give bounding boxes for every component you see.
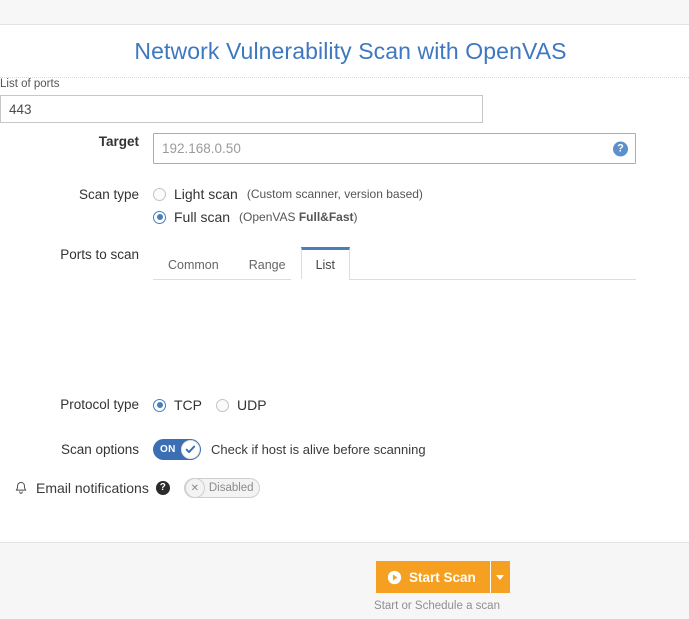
radio-tcp[interactable]: TCP	[153, 397, 202, 413]
email-notifications-row: Email notifications ? ✕ Disabled	[14, 478, 260, 498]
target-value: 192.168.0.50	[154, 141, 241, 156]
page-title: Network Vulnerability Scan with OpenVAS	[122, 38, 566, 65]
radio-full-scan-note: (OpenVAS Full&Fast)	[239, 210, 357, 224]
protocol-label: Protocol type	[0, 396, 153, 414]
scan-options-label: Scan options	[0, 441, 153, 459]
host-alive-text: Check if host is alive before scanning	[211, 442, 426, 457]
scan-type-row: Scan type Light scan (Custom scanner, ve…	[0, 186, 423, 225]
start-scan-label: Start Scan	[409, 570, 476, 585]
radio-udp-label: UDP	[237, 397, 267, 413]
ports-tabs-wrap: Common Range List	[153, 246, 636, 279]
radio-light-scan[interactable]: Light scan (Custom scanner, version base…	[153, 186, 423, 202]
tab-list[interactable]: List	[301, 247, 350, 280]
radio-udp[interactable]: UDP	[216, 397, 267, 413]
target-label: Target	[0, 133, 153, 151]
scan-options-row: Scan options ON Check if host is alive b…	[0, 439, 426, 460]
tab-range[interactable]: Range	[234, 249, 301, 280]
page-title-bar: Network Vulnerability Scan with OpenVAS	[0, 26, 689, 78]
email-notifications-state: Disabled	[209, 482, 254, 494]
port-list-label: List of ports	[0, 78, 500, 90]
check-icon	[181, 440, 200, 459]
target-input[interactable]: 192.168.0.50 ?	[153, 133, 636, 164]
scan-type-options: Light scan (Custom scanner, version base…	[153, 186, 423, 225]
radio-tcp-label: TCP	[174, 397, 202, 413]
target-row: Target 192.168.0.50 ?	[0, 133, 636, 164]
tabs-underline	[153, 279, 636, 280]
port-list-input[interactable]: 443	[0, 95, 483, 123]
scan-page: Network Vulnerability Scan with OpenVAS …	[0, 0, 689, 619]
top-strip	[0, 0, 689, 25]
radio-light-scan-dot[interactable]	[153, 188, 166, 201]
scan-type-label: Scan type	[0, 186, 153, 204]
ports-label: Ports to scan	[0, 246, 153, 264]
ports-tabs: Common Range List	[153, 246, 636, 279]
scan-form: Target 192.168.0.50 ? Scan type Light sc…	[0, 78, 689, 542]
email-notifications-toggle[interactable]: ✕ Disabled	[184, 478, 260, 498]
start-scan-button[interactable]: Start Scan	[376, 561, 490, 593]
radio-light-scan-label: Light scan	[174, 186, 238, 202]
protocol-row: Protocol type TCP UDP	[0, 396, 281, 414]
radio-tcp-dot[interactable]	[153, 399, 166, 412]
footer-bar: Start Scan Start or Schedule a scan	[0, 542, 689, 619]
tabs-active-gap	[291, 279, 335, 280]
full-scan-note-bold: Full&Fast	[299, 210, 354, 224]
host-alive-toggle-state: ON	[160, 444, 176, 455]
protocol-options: TCP UDP	[153, 397, 281, 413]
start-scan-dropdown-button[interactable]	[490, 561, 510, 593]
play-circle-icon	[387, 570, 402, 585]
chevron-down-icon	[496, 575, 504, 580]
port-list-group: List of ports 443	[0, 78, 500, 123]
footer-note: Start or Schedule a scan	[0, 600, 689, 612]
help-circle-dark-icon[interactable]: ?	[156, 481, 170, 495]
radio-light-scan-note: (Custom scanner, version based)	[247, 187, 423, 201]
email-notifications-label: Email notifications	[36, 480, 149, 496]
radio-full-scan-label: Full scan	[174, 209, 230, 225]
tab-common[interactable]: Common	[153, 249, 234, 280]
bell-icon	[14, 481, 28, 496]
close-icon: ✕	[185, 478, 205, 498]
host-alive-toggle[interactable]: ON	[153, 439, 201, 460]
ports-row: Ports to scan Common Range List	[0, 246, 636, 279]
radio-udp-dot[interactable]	[216, 399, 229, 412]
start-scan-button-group: Start Scan	[376, 561, 510, 593]
full-scan-note-prefix: (OpenVAS	[239, 210, 299, 224]
full-scan-note-suffix: )	[354, 210, 358, 224]
radio-full-scan[interactable]: Full scan (OpenVAS Full&Fast)	[153, 209, 423, 225]
help-circle-icon[interactable]: ?	[613, 141, 628, 156]
radio-full-scan-dot[interactable]	[153, 211, 166, 224]
